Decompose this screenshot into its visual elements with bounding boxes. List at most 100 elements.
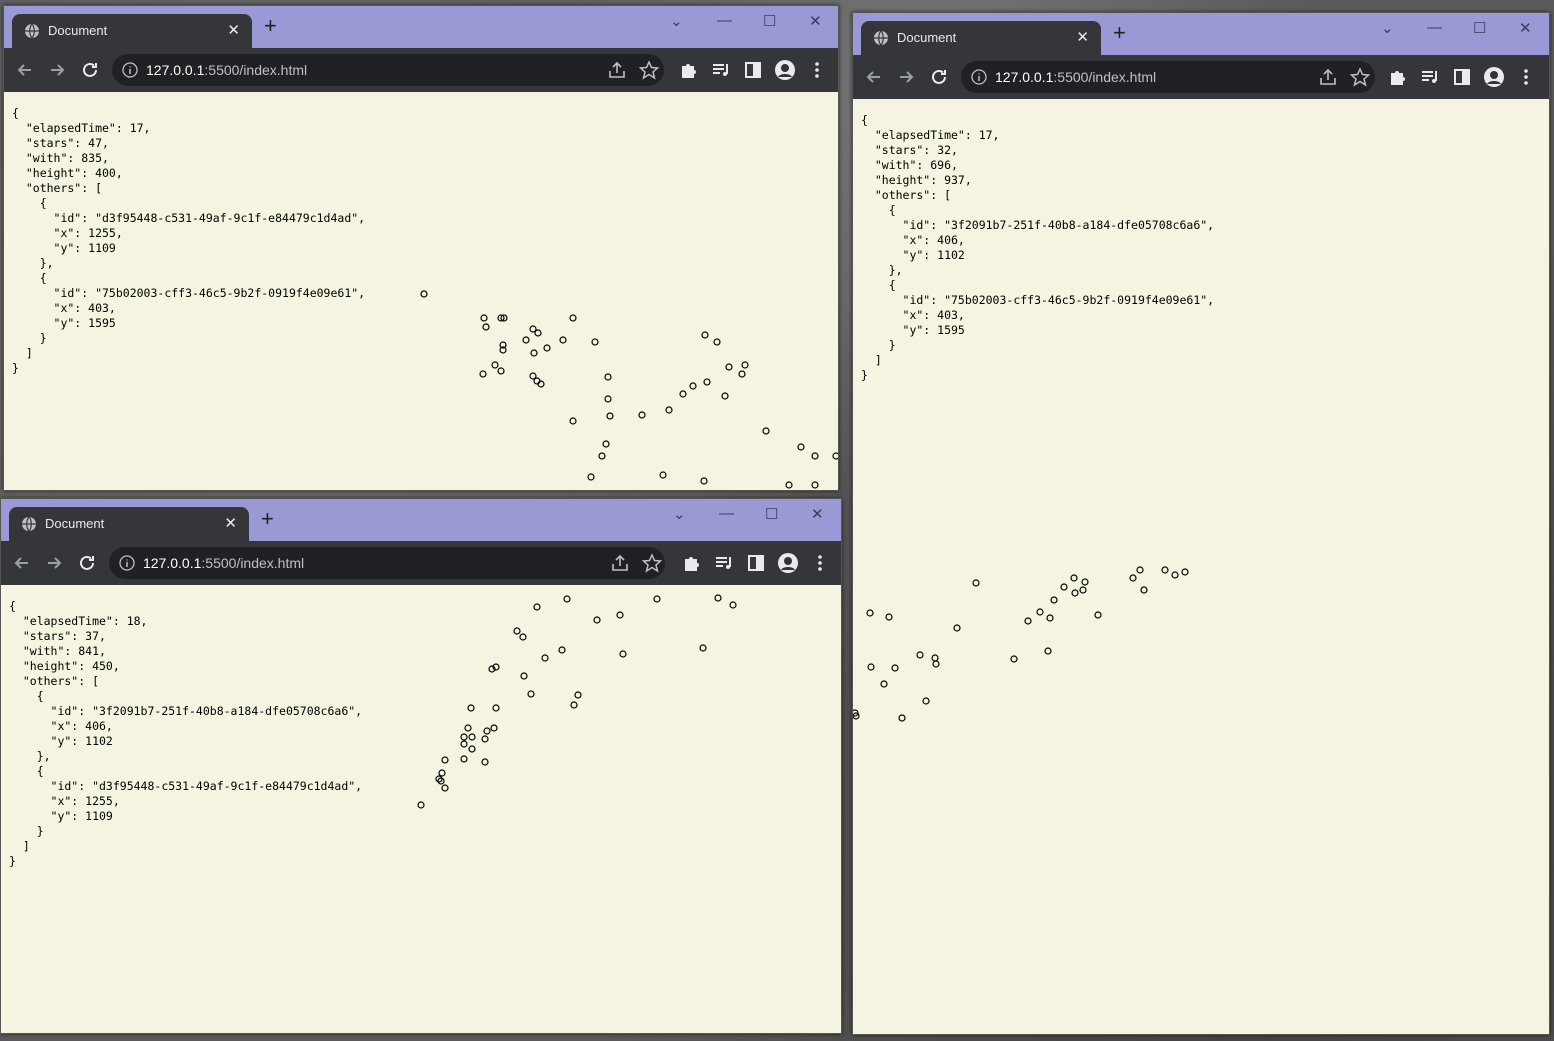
close-tab-icon[interactable]: ✕ — [227, 21, 240, 39]
star-point — [513, 627, 521, 635]
star-point — [1181, 568, 1189, 576]
star-point — [483, 727, 491, 735]
star-point — [741, 361, 749, 369]
forward-arrow-icon[interactable] — [895, 66, 917, 88]
star-point — [616, 611, 624, 619]
share-icon[interactable] — [606, 59, 628, 81]
minimize-button[interactable]: — — [717, 12, 732, 29]
star-point — [867, 663, 875, 671]
star-point — [665, 406, 673, 414]
star-point — [972, 579, 980, 587]
url-text: 127.0.0.1:5500/index.html — [146, 62, 307, 78]
info-icon[interactable] — [971, 69, 987, 85]
star-point — [1050, 596, 1058, 604]
scatter-points — [853, 566, 1189, 722]
close-tab-icon[interactable]: ✕ — [224, 514, 237, 532]
star-point — [490, 724, 498, 732]
reload-icon[interactable] — [76, 552, 98, 574]
forward-arrow-icon[interactable] — [46, 59, 68, 81]
url-path: :5500/index.html — [201, 555, 305, 571]
browser-tab[interactable]: Document ✕ — [12, 14, 252, 48]
new-tab-button[interactable]: + — [261, 508, 274, 530]
scatter-points — [417, 594, 737, 809]
star-point — [441, 784, 449, 792]
star-point — [1044, 647, 1052, 655]
info-icon[interactable] — [122, 62, 138, 78]
star-point — [480, 314, 488, 322]
address-bar[interactable]: 127.0.0.1:5500/index.html — [961, 61, 1375, 93]
reload-icon[interactable] — [928, 66, 950, 88]
star-point — [569, 417, 577, 425]
star-point — [491, 361, 499, 369]
media-queue-icon[interactable] — [1419, 66, 1441, 88]
menu-kebab-icon[interactable] — [1515, 66, 1537, 88]
media-queue-icon[interactable] — [713, 552, 735, 574]
browser-tab[interactable]: Document ✕ — [9, 507, 249, 541]
star-point — [559, 336, 567, 344]
star-point — [479, 370, 487, 378]
minimize-button[interactable]: — — [719, 505, 734, 522]
page-content: { "elapsedTime": 17, "stars": 32, "with"… — [853, 99, 1549, 1034]
reload-icon[interactable] — [79, 59, 101, 81]
menu-kebab-icon[interactable] — [806, 59, 828, 81]
new-tab-button[interactable]: + — [264, 15, 277, 37]
maximize-button[interactable]: ☐ — [765, 505, 778, 523]
media-queue-icon[interactable] — [710, 59, 732, 81]
browser-tab[interactable]: Document ✕ — [861, 21, 1101, 55]
globe-icon — [874, 30, 888, 46]
star-point — [891, 664, 899, 672]
star-point — [714, 594, 722, 602]
tab-search-chevron-icon[interactable]: ⌄ — [1381, 19, 1394, 37]
maximize-button[interactable]: ☐ — [1473, 19, 1486, 37]
star-point — [638, 411, 646, 419]
close-window-button[interactable]: ✕ — [811, 505, 824, 523]
star-point — [492, 704, 500, 712]
star-point — [1081, 578, 1089, 586]
side-panel-icon[interactable] — [1451, 66, 1473, 88]
tab-search-chevron-icon[interactable]: ⌄ — [673, 505, 686, 523]
new-tab-button[interactable]: + — [1113, 22, 1126, 44]
menu-kebab-icon[interactable] — [809, 552, 831, 574]
star-point — [811, 481, 819, 489]
bookmark-star-icon[interactable] — [641, 552, 663, 574]
url-path: :5500/index.html — [1053, 69, 1157, 85]
address-bar[interactable]: 127.0.0.1:5500/index.html — [112, 54, 664, 86]
profile-avatar-icon[interactable] — [777, 552, 799, 574]
back-arrow-icon[interactable] — [863, 66, 885, 88]
info-icon[interactable] — [119, 555, 135, 571]
side-panel-icon[interactable] — [742, 59, 764, 81]
extensions-puzzle-icon[interactable] — [681, 552, 703, 574]
address-bar[interactable]: 127.0.0.1:5500/index.html — [109, 547, 665, 579]
minimize-button[interactable]: — — [1427, 19, 1442, 36]
star-point — [527, 690, 535, 698]
star-point — [468, 733, 476, 741]
star-point — [931, 654, 939, 662]
profile-avatar-icon[interactable] — [1483, 66, 1505, 88]
url-text: 127.0.0.1:5500/index.html — [143, 555, 304, 571]
back-arrow-icon[interactable] — [11, 552, 33, 574]
extensions-puzzle-icon[interactable] — [678, 59, 700, 81]
share-icon[interactable] — [609, 552, 631, 574]
bookmark-star-icon[interactable] — [1349, 66, 1371, 88]
share-icon[interactable] — [1317, 66, 1339, 88]
back-arrow-icon[interactable] — [14, 59, 36, 81]
star-point — [797, 443, 805, 451]
star-point — [558, 646, 566, 654]
star-point — [604, 395, 612, 403]
side-panel-icon[interactable] — [745, 552, 767, 574]
close-window-button[interactable]: ✕ — [1519, 19, 1532, 37]
bookmark-star-icon[interactable] — [638, 59, 660, 81]
profile-avatar-icon[interactable] — [774, 59, 796, 81]
extensions-puzzle-icon[interactable] — [1387, 66, 1409, 88]
star-point — [420, 290, 428, 298]
forward-arrow-icon[interactable] — [43, 552, 65, 574]
url-host: 127.0.0.1 — [146, 62, 205, 78]
maximize-button[interactable]: ☐ — [763, 12, 776, 30]
star-point — [738, 370, 746, 378]
tab-search-chevron-icon[interactable]: ⌄ — [670, 12, 683, 30]
close-tab-icon[interactable]: ✕ — [1076, 28, 1089, 46]
close-window-button[interactable]: ✕ — [809, 12, 822, 30]
star-point — [729, 601, 737, 609]
star-point — [541, 654, 549, 662]
star-point — [530, 349, 538, 357]
